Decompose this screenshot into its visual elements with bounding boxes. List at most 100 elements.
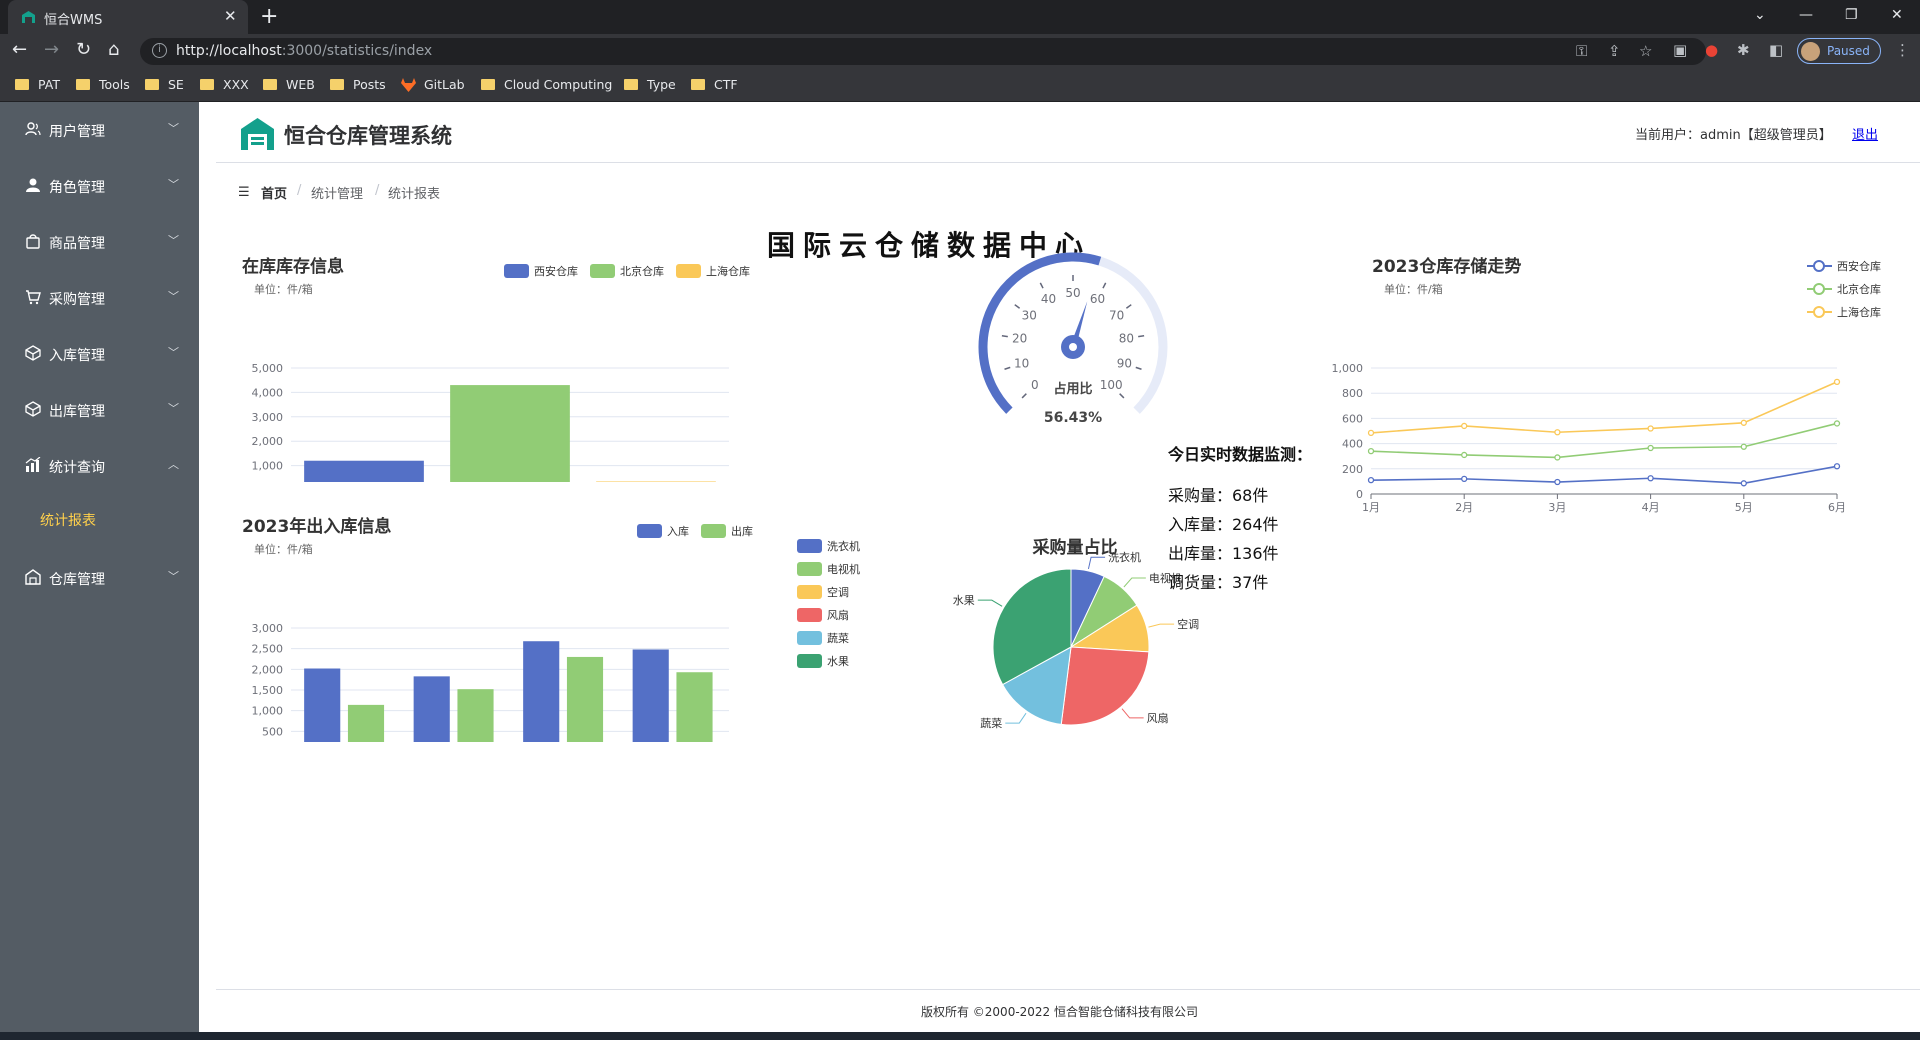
legend-label: 北京仓库: [620, 264, 664, 278]
gauge-tick: [1039, 282, 1044, 289]
person-icon: [26, 178, 40, 192]
folder-icon: [200, 79, 214, 90]
bookmark-gitlab[interactable]: GitLab: [401, 77, 465, 92]
bookmark-label: Type: [647, 77, 676, 92]
bookmark-posts[interactable]: Posts: [330, 77, 386, 92]
address-bar[interactable]: i http://localhost:3000/statistics/index…: [140, 38, 1706, 65]
folder-icon: [15, 79, 29, 90]
sidebar-item-label: 采购管理: [49, 292, 105, 308]
share-icon[interactable]: ⇪: [1608, 42, 1621, 60]
bar-chart-icon: [25, 457, 41, 472]
site-info-icon[interactable]: i: [152, 43, 167, 58]
reload-icon[interactable]: ↻: [76, 39, 91, 60]
legend-label: 上海仓库: [706, 264, 750, 278]
legend-swatch: [676, 264, 701, 278]
folder-icon: [481, 79, 495, 90]
menu-kebab-icon[interactable]: ⋮: [1895, 41, 1910, 59]
gauge-tick-label: 90: [1117, 357, 1132, 371]
close-tab-icon[interactable]: ✕: [224, 7, 237, 25]
legend-marker: [1813, 260, 1825, 272]
puzzle-icon[interactable]: ✱: [1737, 41, 1750, 59]
point-西安仓库: [1740, 480, 1747, 487]
bar-入库-3月: [523, 641, 560, 742]
bookmark-se[interactable]: SE: [145, 77, 184, 92]
sidebar-item-inbound[interactable]: 入库管理 ﹀: [0, 326, 199, 382]
footer-divider: [216, 989, 1920, 990]
chart-title: 2023年出入库信息: [242, 516, 391, 537]
monitor-title: 今日实时数据监测：: [1168, 445, 1313, 464]
bookmark-web[interactable]: WEB: [263, 77, 315, 92]
logout-link[interactable]: 退出: [1852, 124, 1878, 143]
y-tick-label: 3,000: [252, 411, 284, 424]
bookmark-type[interactable]: Type: [624, 77, 676, 92]
bookmark-tools[interactable]: Tools: [76, 77, 130, 92]
forward-icon[interactable]: →: [44, 39, 59, 60]
profile-button[interactable]: Paused: [1797, 38, 1881, 64]
sidebar-item-warehouse[interactable]: 仓库管理 ﹀: [0, 550, 199, 606]
bookmark-xxx[interactable]: XXX: [200, 77, 249, 92]
point-西安仓库: [1647, 475, 1654, 482]
restore-icon[interactable]: ❐: [1845, 7, 1858, 23]
extension-red-icon[interactable]: ●: [1705, 41, 1718, 59]
bookmark-pat[interactable]: PAT: [15, 77, 60, 92]
bar-出库-1月: [347, 704, 385, 742]
sidebar-subitem-report[interactable]: 统计报表: [40, 510, 96, 530]
monitor-inbound: 入库量：264件: [1168, 515, 1279, 534]
browser-tab[interactable]: 恒合WMS ✕: [8, 0, 248, 34]
footer-copyright: 版权所有 ©2000-2022 恒合智能仓储科技有限公司: [920, 1005, 1199, 1019]
chevron-down-icon: ﹀: [168, 570, 179, 583]
sidebar-item-roles[interactable]: 角色管理 ﹀: [0, 158, 199, 214]
sidebar: 用户管理 ﹀ 角色管理 ﹀ 商品管理 ﹀ 采购管理 ﹀ 入库管理 ﹀ 出库管理 …: [0, 102, 199, 1032]
sidebar-item-label: 用户管理: [49, 124, 105, 140]
gauge-tick: [1135, 366, 1142, 370]
legend-marker: [1813, 306, 1825, 318]
new-tab-button[interactable]: +: [260, 4, 278, 29]
sidebar-item-goods[interactable]: 商品管理 ﹀: [0, 214, 199, 270]
extension-icon[interactable]: ▣: [1673, 41, 1687, 59]
legend-marker: [1813, 283, 1825, 295]
legend-label: 西安仓库: [1837, 259, 1881, 273]
bar-西安仓库: [304, 460, 424, 482]
point-上海仓库: [1554, 429, 1561, 436]
gauge-tick: [1138, 334, 1145, 338]
x-tick-label: 3月: [1548, 501, 1566, 514]
sidebar-item-label: 商品管理: [49, 236, 105, 252]
chevron-down-icon: ﹀: [168, 122, 179, 135]
menu-toggle-icon[interactable]: ☰: [238, 185, 250, 200]
gauge-value: 56.43%: [1044, 410, 1102, 426]
box-out-icon: [25, 401, 41, 417]
side-panel-icon[interactable]: ◧: [1769, 41, 1783, 59]
bag-icon: [26, 234, 40, 249]
breadcrumb-separator: /: [297, 183, 302, 198]
stock-bar-chart: 在库库存信息单位：件/箱01,0002,0003,0004,0005,000西安…: [242, 256, 750, 482]
chevron-down-icon: ﹀: [168, 234, 179, 247]
window-close-icon[interactable]: ✕: [1891, 7, 1903, 23]
gitlab-icon: [401, 77, 416, 92]
y-tick-label: 200: [1342, 463, 1363, 476]
home-icon[interactable]: ⌂: [108, 39, 119, 60]
back-icon[interactable]: ←: [12, 39, 27, 60]
sidebar-item-users[interactable]: 用户管理 ﹀: [0, 102, 199, 158]
sidebar-item-outbound[interactable]: 出库管理 ﹀: [0, 382, 199, 438]
app-title: 恒合仓库管理系统: [284, 124, 452, 148]
gauge-tick-label: 20: [1012, 332, 1027, 346]
breadcrumb-home[interactable]: 首页: [261, 183, 287, 202]
minimize-icon[interactable]: —: [1799, 7, 1813, 23]
sidebar-item-label: 仓库管理: [49, 572, 105, 588]
sidebar-item-statistics[interactable]: 统计查询 ︿: [0, 438, 199, 494]
tab-search-chevron-icon[interactable]: ⌄: [1754, 7, 1766, 23]
legend-label: 西安仓库: [534, 264, 578, 278]
line-北京仓库: [1370, 422, 1838, 459]
y-tick-label: 1,500: [252, 684, 284, 697]
bookmark-ctf[interactable]: CTF: [691, 77, 738, 92]
breadcrumb-report: 统计报表: [388, 187, 441, 202]
star-icon[interactable]: ☆: [1639, 42, 1652, 60]
bookmark-cloud[interactable]: Cloud Computing: [481, 77, 612, 92]
y-tick-label: 4,000: [252, 386, 284, 399]
key-icon[interactable]: ⚿: [1576, 42, 1587, 60]
legend-label: 入库: [667, 525, 689, 538]
sidebar-item-purchase[interactable]: 采购管理 ﹀: [0, 270, 199, 326]
inout-bar-chart: 2023年出入库信息单位：件/箱05001,0001,5002,0002,500…: [242, 516, 753, 742]
gauge-tick: [1021, 393, 1027, 399]
cart-icon: [26, 290, 41, 305]
